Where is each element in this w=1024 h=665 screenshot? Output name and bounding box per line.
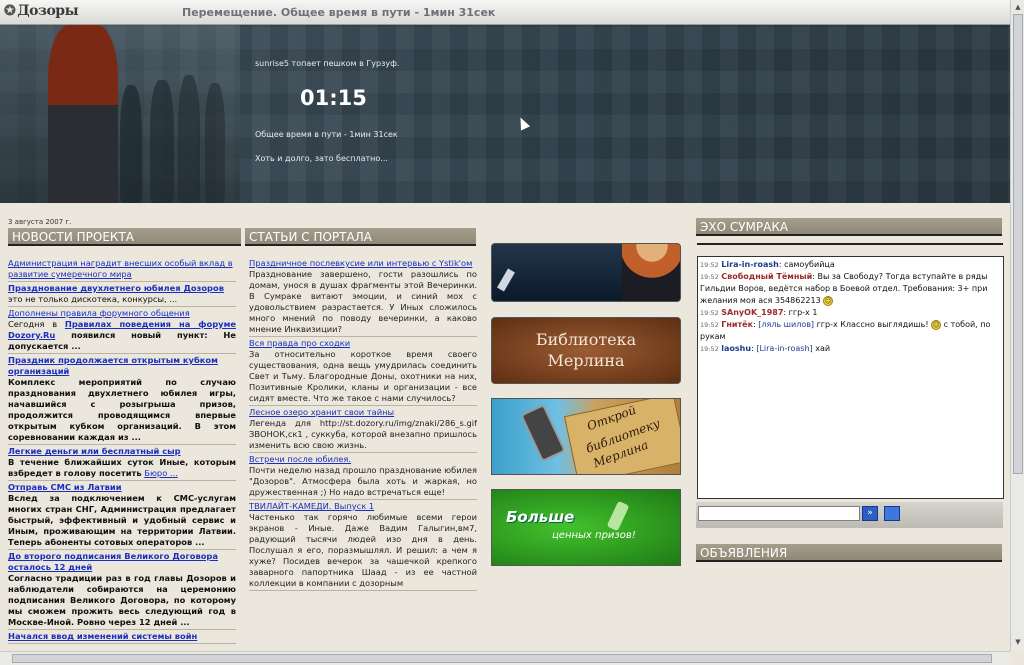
article-item: Вся правда про сходки За относительно ко…: [249, 338, 477, 406]
phone-icon: [520, 403, 566, 463]
chat-message: 19:52 laoshu: [Lira-in-roash] хай: [700, 344, 831, 353]
article-link[interactable]: Встречи после юбилея.: [249, 454, 477, 465]
bottle-icon: [606, 500, 630, 532]
heroine-image: [622, 244, 680, 301]
chat-message: 19:52 Lira-in-roash: самоубийца: [700, 260, 835, 269]
article-item: Встречи после юбилея. Почти неделю назад…: [249, 454, 477, 500]
vertical-scrollbar[interactable]: ▲ ▼: [1010, 0, 1024, 651]
chat-nick[interactable]: Свободный Тёмный: [721, 272, 812, 281]
news-date: 3 августа 2007 г.: [8, 218, 72, 226]
chat-message: 19:52 Гнитёк: [ляль шилов] ггр-х Классно…: [700, 319, 991, 341]
chat-nick[interactable]: Lira-in-roash: [721, 260, 779, 269]
trip-title: Перемещение. Общее время в пути - 1мин 3…: [182, 6, 496, 19]
news-link[interactable]: Отправь СМС из Латвии: [8, 482, 236, 493]
article-link[interactable]: Вся правда про сходки: [249, 338, 477, 349]
merlin-library-banner[interactable]: Библиотека Мерлина: [491, 317, 681, 384]
horizontal-scrollbar[interactable]: [0, 651, 1010, 665]
chat-input[interactable]: [698, 506, 860, 521]
total-travel-time: Общее время в пути - 1мин 31сек: [255, 130, 398, 139]
article-item: Праздничное послевкусие или интервью с Y…: [249, 258, 477, 337]
character-image: [48, 25, 118, 203]
news-link[interactable]: Администрация наградит внесших особый вк…: [8, 258, 236, 280]
news-link[interactable]: Начался ввод изменений системы войн: [8, 631, 236, 642]
blade-icon: [497, 268, 515, 292]
news-link[interactable]: Празднование двухлетнего юбилея Дозоров: [8, 283, 236, 294]
chat-message: 19:52 SAnyOK_1987: ггр-х 1: [700, 308, 818, 317]
travel-note: Хоть и долго, зато бесплатно...: [255, 154, 388, 163]
promo-banner-heroine[interactable]: [491, 243, 681, 302]
news-item: Празднование двухлетнего юбилея Дозоров …: [8, 283, 236, 307]
articles-list: Праздничное послевкусие или интервью с Y…: [249, 258, 477, 651]
articles-header: СТАТЬИ С ПОРТАЛА: [245, 228, 476, 246]
chat-send-button[interactable]: »: [862, 506, 878, 521]
walk-status: sunrise5 топает пешком в Гурзуф.: [255, 59, 400, 68]
news-link[interactable]: До второго подписания Великого Договора …: [8, 551, 236, 573]
news-item: Администрация наградит внесших особый вк…: [8, 258, 236, 282]
bureau-link[interactable]: Бюро ...: [144, 468, 178, 478]
scroll-up-icon[interactable]: ▲: [1013, 2, 1023, 12]
news-item: Дополнены правила форумного общения Сего…: [8, 308, 236, 354]
news-item: Начался ввод изменений системы войн: [8, 631, 236, 644]
chat-message: 19:52 Свободный Тёмный: Вы за Свободу? Т…: [700, 272, 988, 306]
article-item: ТВИЛАЙТ-КАМЕДИ. Выпуск 1 Частенько так г…: [249, 501, 477, 591]
title-bar: ✪ Дозоры Перемещение. Общее время в пути …: [0, 0, 1010, 25]
ads-header: ОБЪЯВЛЕНИЯ: [696, 544, 1002, 562]
chat-nick[interactable]: laoshu: [721, 344, 751, 353]
scroll-down-icon[interactable]: ▼: [1013, 637, 1023, 647]
news-link[interactable]: Праздник продолжается открытым кубком ор…: [8, 355, 236, 377]
article-item: Лесное озеро хранит свои тайны Легенда д…: [249, 407, 477, 453]
article-link[interactable]: Лесное озеро хранит свои тайны: [249, 407, 477, 418]
smiley-icon: ☺: [931, 319, 942, 330]
news-link[interactable]: Легкие деньги или бесплатный сыр: [8, 446, 236, 457]
smiley-icon: ☺: [823, 295, 834, 306]
site-logo[interactable]: ✪ Дозоры: [4, 3, 79, 19]
news-item: До второго подписания Великого Договора …: [8, 551, 236, 630]
article-link[interactable]: ТВИЛАЙТ-КАМЕДИ. Выпуск 1: [249, 501, 477, 512]
chat-header: ЭХО СУМРАКА: [696, 218, 1002, 236]
star-icon: ✪: [4, 3, 16, 19]
open-library-banner[interactable]: Открой библиотеку Мерлина: [491, 398, 681, 475]
travel-banner: sunrise5 топает пешком в Гурзуф. 01:15 О…: [0, 25, 1010, 203]
news-header: НОВОСТИ ПРОЕКТА: [8, 228, 241, 246]
news-item: Легкие деньги или бесплатный сыр В течен…: [8, 446, 236, 481]
news-link[interactable]: Дополнены правила форумного общения: [8, 308, 236, 319]
article-link[interactable]: Праздничное послевкусие или интервью с Y…: [249, 258, 477, 269]
chat-nick[interactable]: Гнитёк: [721, 320, 753, 329]
chat-options-button[interactable]: [884, 506, 900, 521]
prizes-banner[interactable]: Больше ценных призов!: [491, 489, 681, 566]
mouse-cursor-icon: [515, 115, 531, 131]
chat-nick[interactable]: SAnyOK_1987: [721, 308, 783, 317]
chat-log[interactable]: 19:52 Lira-in-roash: самоубийца 19:52 Св…: [697, 256, 1004, 499]
scroll-thumb[interactable]: [12, 654, 992, 663]
news-item: Праздник продолжается открытым кубком ор…: [8, 355, 236, 445]
news-list: Администрация наградит внесших особый вк…: [8, 258, 236, 651]
travel-timer: 01:15: [300, 86, 367, 110]
scroll-thumb[interactable]: [1013, 14, 1023, 474]
news-item: Отправь СМС из Латвии Вслед за подключен…: [8, 482, 236, 550]
